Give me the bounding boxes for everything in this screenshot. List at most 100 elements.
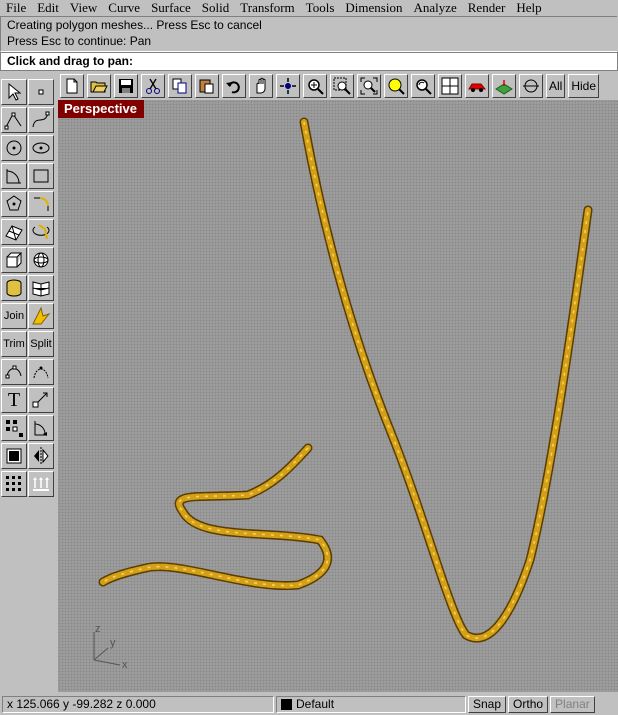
polygon-button[interactable] [1, 191, 27, 217]
menu-solid[interactable]: Solid [196, 0, 234, 15]
pan-button[interactable] [249, 74, 273, 98]
axis-x-label: x [122, 659, 128, 671]
cut-button[interactable] [141, 74, 165, 98]
rectangle-icon [33, 169, 49, 183]
cylinder-icon [6, 279, 22, 297]
circle-button[interactable] [1, 135, 27, 161]
join-button[interactable]: Join [1, 303, 27, 329]
array-button[interactable] [1, 415, 27, 441]
planar-toggle[interactable]: Planar [550, 696, 595, 713]
menu-help[interactable]: Help [510, 0, 546, 15]
dimension-button[interactable] [1, 443, 27, 469]
move-up-button[interactable] [28, 471, 54, 497]
select-all-button[interactable]: All [546, 74, 566, 98]
mirror-button[interactable] [28, 443, 54, 469]
undo-view-button[interactable] [411, 74, 435, 98]
explode-button[interactable] [28, 303, 54, 329]
revolve-icon [32, 224, 50, 240]
select-button[interactable] [1, 79, 27, 105]
menu-curve[interactable]: Curve [102, 0, 145, 15]
grid-array-button[interactable] [1, 471, 27, 497]
menu-view[interactable]: View [64, 0, 102, 15]
control-points-button[interactable] [1, 359, 27, 385]
viewport-title[interactable]: Perspective [58, 100, 144, 118]
osnap-button[interactable] [519, 74, 543, 98]
box-icon [6, 252, 23, 268]
edit-points-button[interactable] [28, 359, 54, 385]
command-prompt[interactable]: Click and drag to pan: [0, 52, 618, 71]
undo-button[interactable] [222, 74, 246, 98]
ellipse-icon [32, 142, 50, 154]
menu-bar: File Edit View Curve Surface Solid Trans… [0, 0, 618, 15]
fillet-button[interactable] [28, 191, 54, 217]
menu-file[interactable]: File [0, 0, 31, 15]
chain-v-shape[interactable] [299, 117, 593, 643]
save-button[interactable] [114, 74, 138, 98]
rotate-button[interactable] [28, 415, 54, 441]
mesh-button[interactable] [28, 275, 54, 301]
mesh-icon [32, 281, 50, 297]
rotate-view-button[interactable] [276, 74, 300, 98]
menu-render[interactable]: Render [462, 0, 511, 15]
ortho-toggle[interactable]: Ortho [508, 696, 549, 713]
point-button[interactable] [28, 79, 54, 105]
rotate-view-icon [280, 78, 296, 94]
paste-button[interactable] [195, 74, 219, 98]
menu-surface[interactable]: Surface [145, 0, 196, 15]
undo-view-icon [416, 79, 432, 95]
open-icon [90, 81, 108, 93]
open-button[interactable] [87, 74, 111, 98]
curve-button[interactable] [28, 107, 54, 133]
cylinder-button[interactable] [1, 275, 27, 301]
four-viewports-button[interactable] [438, 74, 462, 98]
zoom-window-icon [333, 77, 351, 95]
point-icon [38, 89, 44, 95]
prompt-text: Click and drag to pan: [7, 54, 134, 68]
surface-button[interactable] [1, 219, 27, 245]
main-toolbar: Join Trim Split T [1, 78, 57, 498]
zoom-dynamic-icon [308, 79, 324, 95]
sphere-button[interactable] [28, 247, 54, 273]
copy-icon [172, 78, 187, 94]
scale-button[interactable] [28, 387, 54, 413]
revolve-button[interactable] [28, 219, 54, 245]
sphere-icon [33, 252, 49, 268]
model-canvas[interactable]: z x y [58, 100, 618, 692]
copy-button[interactable] [168, 74, 192, 98]
perspective-viewport[interactable]: z x y Perspective [58, 100, 618, 692]
new-button[interactable] [60, 74, 84, 98]
hide-button[interactable]: Hide [568, 74, 600, 98]
menu-dimension[interactable]: Dimension [339, 0, 407, 15]
arc-button[interactable] [1, 163, 27, 189]
fillet-icon [34, 197, 49, 211]
curve-icon [32, 111, 50, 128]
zoom-window-button[interactable] [330, 74, 354, 98]
chain-s-shape[interactable] [98, 443, 333, 591]
axis-z-label: z [95, 623, 101, 635]
render-preview-button[interactable] [492, 74, 516, 98]
dimension-icon [6, 448, 22, 464]
current-layer[interactable]: Default [276, 696, 466, 713]
zoom-selected-button[interactable] [384, 74, 408, 98]
snap-toggle[interactable]: Snap [468, 696, 507, 713]
ellipse-button[interactable] [28, 135, 54, 161]
menu-analyze[interactable]: Analyze [407, 0, 461, 15]
polyline-icon [4, 112, 22, 130]
history-line: Creating polygon meshes... Press Esc to … [7, 18, 262, 32]
zoom-dynamic-button[interactable] [303, 74, 327, 98]
rectangle-button[interactable] [28, 163, 54, 189]
osnap-icon [523, 79, 539, 93]
command-history[interactable]: Creating polygon meshes... Press Esc to … [0, 16, 617, 52]
menu-tools[interactable]: Tools [300, 0, 340, 15]
layer-color-swatch [281, 699, 292, 710]
render-button[interactable] [465, 74, 489, 98]
box-button[interactable] [1, 247, 27, 273]
menu-edit[interactable]: Edit [31, 0, 64, 15]
text-button[interactable]: T [1, 387, 27, 413]
trim-button[interactable]: Trim [1, 331, 27, 357]
split-button[interactable]: Split [28, 331, 54, 357]
line-button[interactable] [1, 107, 27, 133]
zoom-extents-button[interactable] [357, 74, 381, 98]
control-points-icon [5, 365, 22, 379]
menu-transform[interactable]: Transform [234, 0, 299, 15]
